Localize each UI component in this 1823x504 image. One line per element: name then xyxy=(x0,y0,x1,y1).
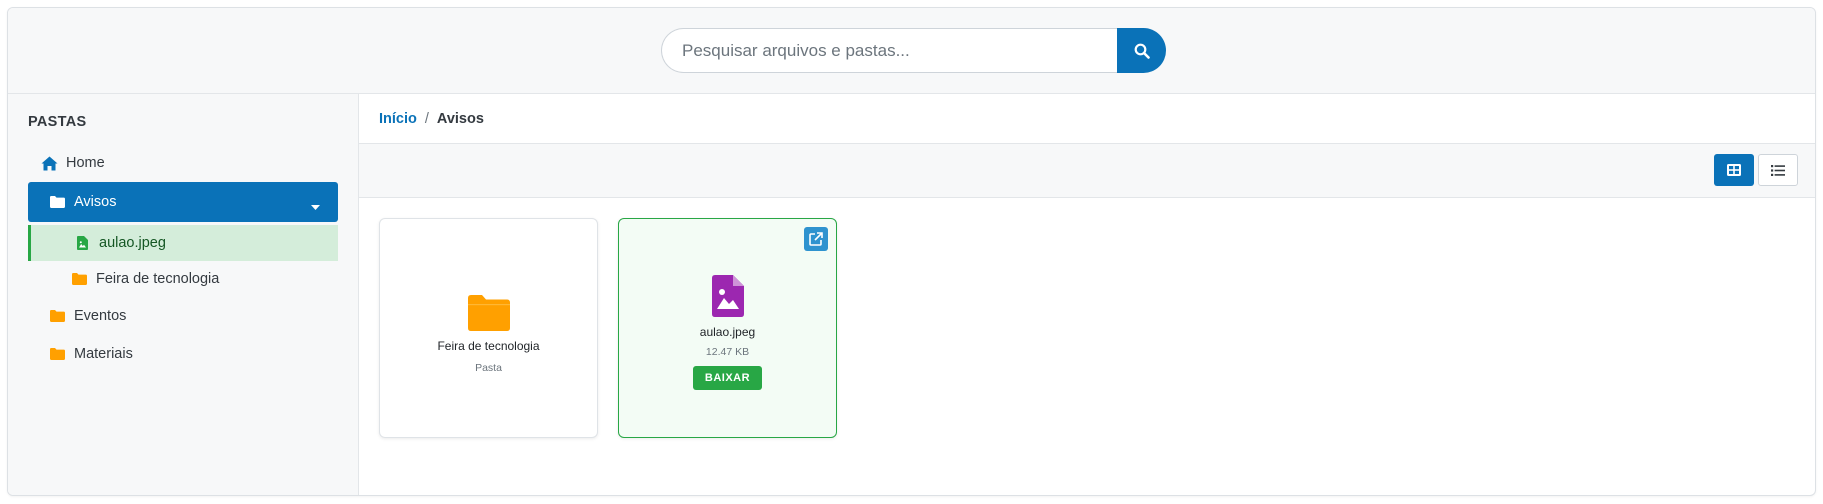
sidebar-item-feira-de-tecnologia[interactable]: Feira de tecnologia xyxy=(28,261,338,297)
breadcrumb-current: Avisos xyxy=(436,110,484,127)
sidebar-item-label: Feira de tecnologia xyxy=(96,271,220,287)
sidebar-item-label: Eventos xyxy=(74,308,127,324)
sidebar-item-label: Home xyxy=(66,155,105,171)
card-size: 12.47 KB xyxy=(705,345,750,358)
sidebar-item-label: aulao.jpeg xyxy=(99,235,166,251)
sidebar-item-label: Materiais xyxy=(74,346,133,362)
folder-icon xyxy=(70,270,88,288)
folder-icon xyxy=(48,307,66,325)
main-content: Início / Avisos Feira de tecnologia Past… xyxy=(359,94,1815,495)
breadcrumb-separator: / xyxy=(424,110,429,127)
search-bar xyxy=(661,28,1166,73)
file-card[interactable]: aulao.jpeg 12.47 KB BAIXAR xyxy=(618,218,837,438)
card-name: aulao.jpeg xyxy=(699,324,756,339)
sidebar-item-aulao[interactable]: aulao.jpeg xyxy=(28,225,338,261)
open-external-button[interactable] xyxy=(804,227,828,251)
view-toolbar xyxy=(359,144,1815,198)
chevron-down-icon[interactable] xyxy=(311,199,320,215)
sidebar-item-home[interactable]: Home xyxy=(28,144,338,182)
breadcrumb-home-link[interactable]: Início xyxy=(379,111,417,127)
sidebar-item-materiais[interactable]: Materiais xyxy=(28,335,338,373)
file-grid: Feira de tecnologia Pasta aulao.jpeg 12.… xyxy=(379,218,837,438)
folder-icon xyxy=(48,345,66,363)
card-type: Pasta xyxy=(475,361,502,374)
list-view-button[interactable] xyxy=(1758,154,1798,186)
sidebar-title: PASTAS xyxy=(28,114,87,130)
download-button[interactable]: BAIXAR xyxy=(692,365,763,390)
sidebar-item-label: Avisos xyxy=(74,194,117,210)
sidebar-item-avisos[interactable]: Avisos xyxy=(28,182,338,222)
grid-icon xyxy=(1727,164,1741,176)
folder-icon xyxy=(467,294,510,331)
sidebar: PASTAS Home Avisos aulao.jpeg Feira de t… xyxy=(8,94,359,495)
folder-icon xyxy=(48,193,66,211)
list-icon xyxy=(1771,164,1785,176)
home-icon xyxy=(40,154,58,172)
search-input[interactable] xyxy=(661,28,1117,73)
external-link-icon xyxy=(809,232,823,246)
top-bar xyxy=(8,8,1815,94)
image-file-icon xyxy=(73,234,91,252)
card-name: Feira de tecnologia xyxy=(437,338,540,353)
grid-view-button[interactable] xyxy=(1714,154,1754,186)
sidebar-item-eventos[interactable]: Eventos xyxy=(28,297,338,335)
file-manager-window: PASTAS Home Avisos aul xyxy=(7,7,1816,496)
folder-card[interactable]: Feira de tecnologia Pasta xyxy=(379,218,598,438)
image-file-icon xyxy=(711,274,744,317)
search-button[interactable] xyxy=(1117,28,1166,73)
search-icon xyxy=(1134,43,1150,59)
breadcrumb: Início / Avisos xyxy=(359,94,1815,144)
